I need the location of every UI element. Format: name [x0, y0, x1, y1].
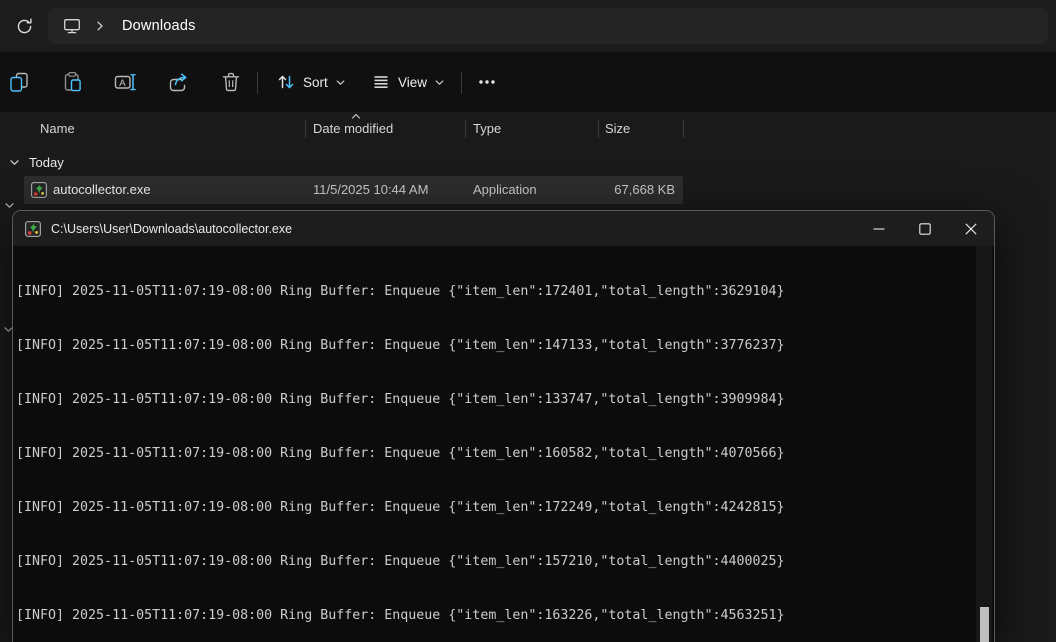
log-line: [INFO] 2025-11-05T11:07:19-08:00 Ring Bu…	[16, 391, 994, 409]
sort-ascending-caret-icon	[350, 112, 362, 120]
file-size: 67,668 KB	[545, 182, 675, 197]
minimize-button[interactable]	[856, 211, 902, 246]
paste-icon	[61, 71, 83, 93]
sort-label: Sort	[303, 75, 328, 90]
column-divider[interactable]	[683, 120, 684, 138]
column-divider[interactable]	[305, 120, 306, 138]
this-pc-monitor-icon[interactable]	[62, 16, 82, 36]
chevron-down-icon	[335, 77, 346, 88]
group-label: Today	[29, 155, 64, 170]
column-header-size[interactable]: Size	[605, 121, 630, 136]
view-lines-icon	[371, 72, 391, 92]
column-header-type[interactable]: Type	[473, 121, 501, 136]
console-title: C:\Users\User\Downloads\autocollector.ex…	[51, 222, 292, 236]
rename-icon: A	[113, 71, 137, 93]
file-name: autocollector.exe	[53, 182, 151, 197]
explorer-navbar: Downloads	[0, 0, 1056, 52]
breadcrumb-chevron-icon[interactable]	[94, 20, 106, 32]
toolbar-separator	[257, 72, 258, 94]
console-scrollbar[interactable]	[976, 246, 992, 642]
delete-button[interactable]	[212, 63, 250, 101]
share-button[interactable]	[159, 63, 197, 101]
group-expand-chevron-icon[interactable]	[3, 199, 16, 212]
view-label: View	[398, 75, 427, 90]
more-ellipsis-icon	[476, 71, 498, 93]
column-divider[interactable]	[465, 120, 466, 138]
copy-icon	[8, 71, 30, 93]
refresh-button[interactable]	[6, 11, 42, 41]
command-toolbar: A	[0, 52, 1056, 112]
maximize-icon	[919, 223, 931, 235]
minimize-icon	[873, 223, 885, 235]
file-date-modified: 11/5/2025 10:44 AM	[313, 182, 428, 197]
copy-button[interactable]	[0, 63, 38, 101]
paste-button[interactable]	[53, 63, 91, 101]
scrollbar-thumb[interactable]	[980, 607, 989, 642]
log-line: [INFO] 2025-11-05T11:07:19-08:00 Ring Bu…	[16, 499, 994, 517]
maximize-button[interactable]	[902, 211, 948, 246]
log-line: [INFO] 2025-11-05T11:07:19-08:00 Ring Bu…	[16, 553, 994, 571]
column-divider[interactable]	[598, 120, 599, 138]
close-button[interactable]	[948, 211, 994, 246]
chevron-down-icon	[434, 77, 445, 88]
log-line: [INFO] 2025-11-05T11:07:19-08:00 Ring Bu…	[16, 337, 994, 355]
log-line: [INFO] 2025-11-05T11:07:19-08:00 Ring Bu…	[16, 283, 994, 301]
column-header-date-modified[interactable]: Date modified	[313, 121, 393, 136]
more-options-button[interactable]	[468, 63, 506, 101]
console-log: [INFO] 2025-11-05T11:07:19-08:00 Ring Bu…	[13, 246, 994, 642]
toolbar-separator	[461, 72, 462, 94]
console-titlebar[interactable]: C:\Users\User\Downloads\autocollector.ex…	[13, 211, 994, 246]
exe-file-icon	[31, 182, 47, 198]
console-window: C:\Users\User\Downloads\autocollector.ex…	[12, 210, 995, 642]
file-row-autocollector[interactable]: autocollector.exe 11/5/2025 10:44 AM App…	[24, 176, 683, 204]
address-bar[interactable]: Downloads	[48, 8, 1048, 44]
sort-arrows-icon	[276, 72, 296, 92]
file-type: Application	[473, 182, 537, 197]
view-dropdown-button[interactable]: View	[363, 63, 453, 101]
log-line: [INFO] 2025-11-05T11:07:19-08:00 Ring Bu…	[16, 607, 994, 625]
log-line: [INFO] 2025-11-05T11:07:19-08:00 Ring Bu…	[16, 445, 994, 463]
close-icon	[965, 223, 977, 235]
delete-trash-icon	[220, 71, 242, 93]
window-controls	[856, 211, 994, 246]
group-expand-chevron-icon[interactable]	[8, 156, 21, 169]
refresh-icon	[15, 17, 34, 36]
console-output: [INFO] 2025-11-05T11:07:19-08:00 Ring Bu…	[13, 246, 994, 642]
column-header-name[interactable]: Name	[40, 121, 75, 136]
share-icon	[167, 71, 189, 93]
group-header-today[interactable]: Today	[0, 150, 400, 174]
breadcrumb-location[interactable]: Downloads	[122, 18, 196, 34]
rename-button[interactable]: A	[106, 63, 144, 101]
console-app-icon	[25, 221, 41, 237]
sort-dropdown-button[interactable]: Sort	[268, 63, 354, 101]
svg-text:A: A	[119, 78, 126, 89]
